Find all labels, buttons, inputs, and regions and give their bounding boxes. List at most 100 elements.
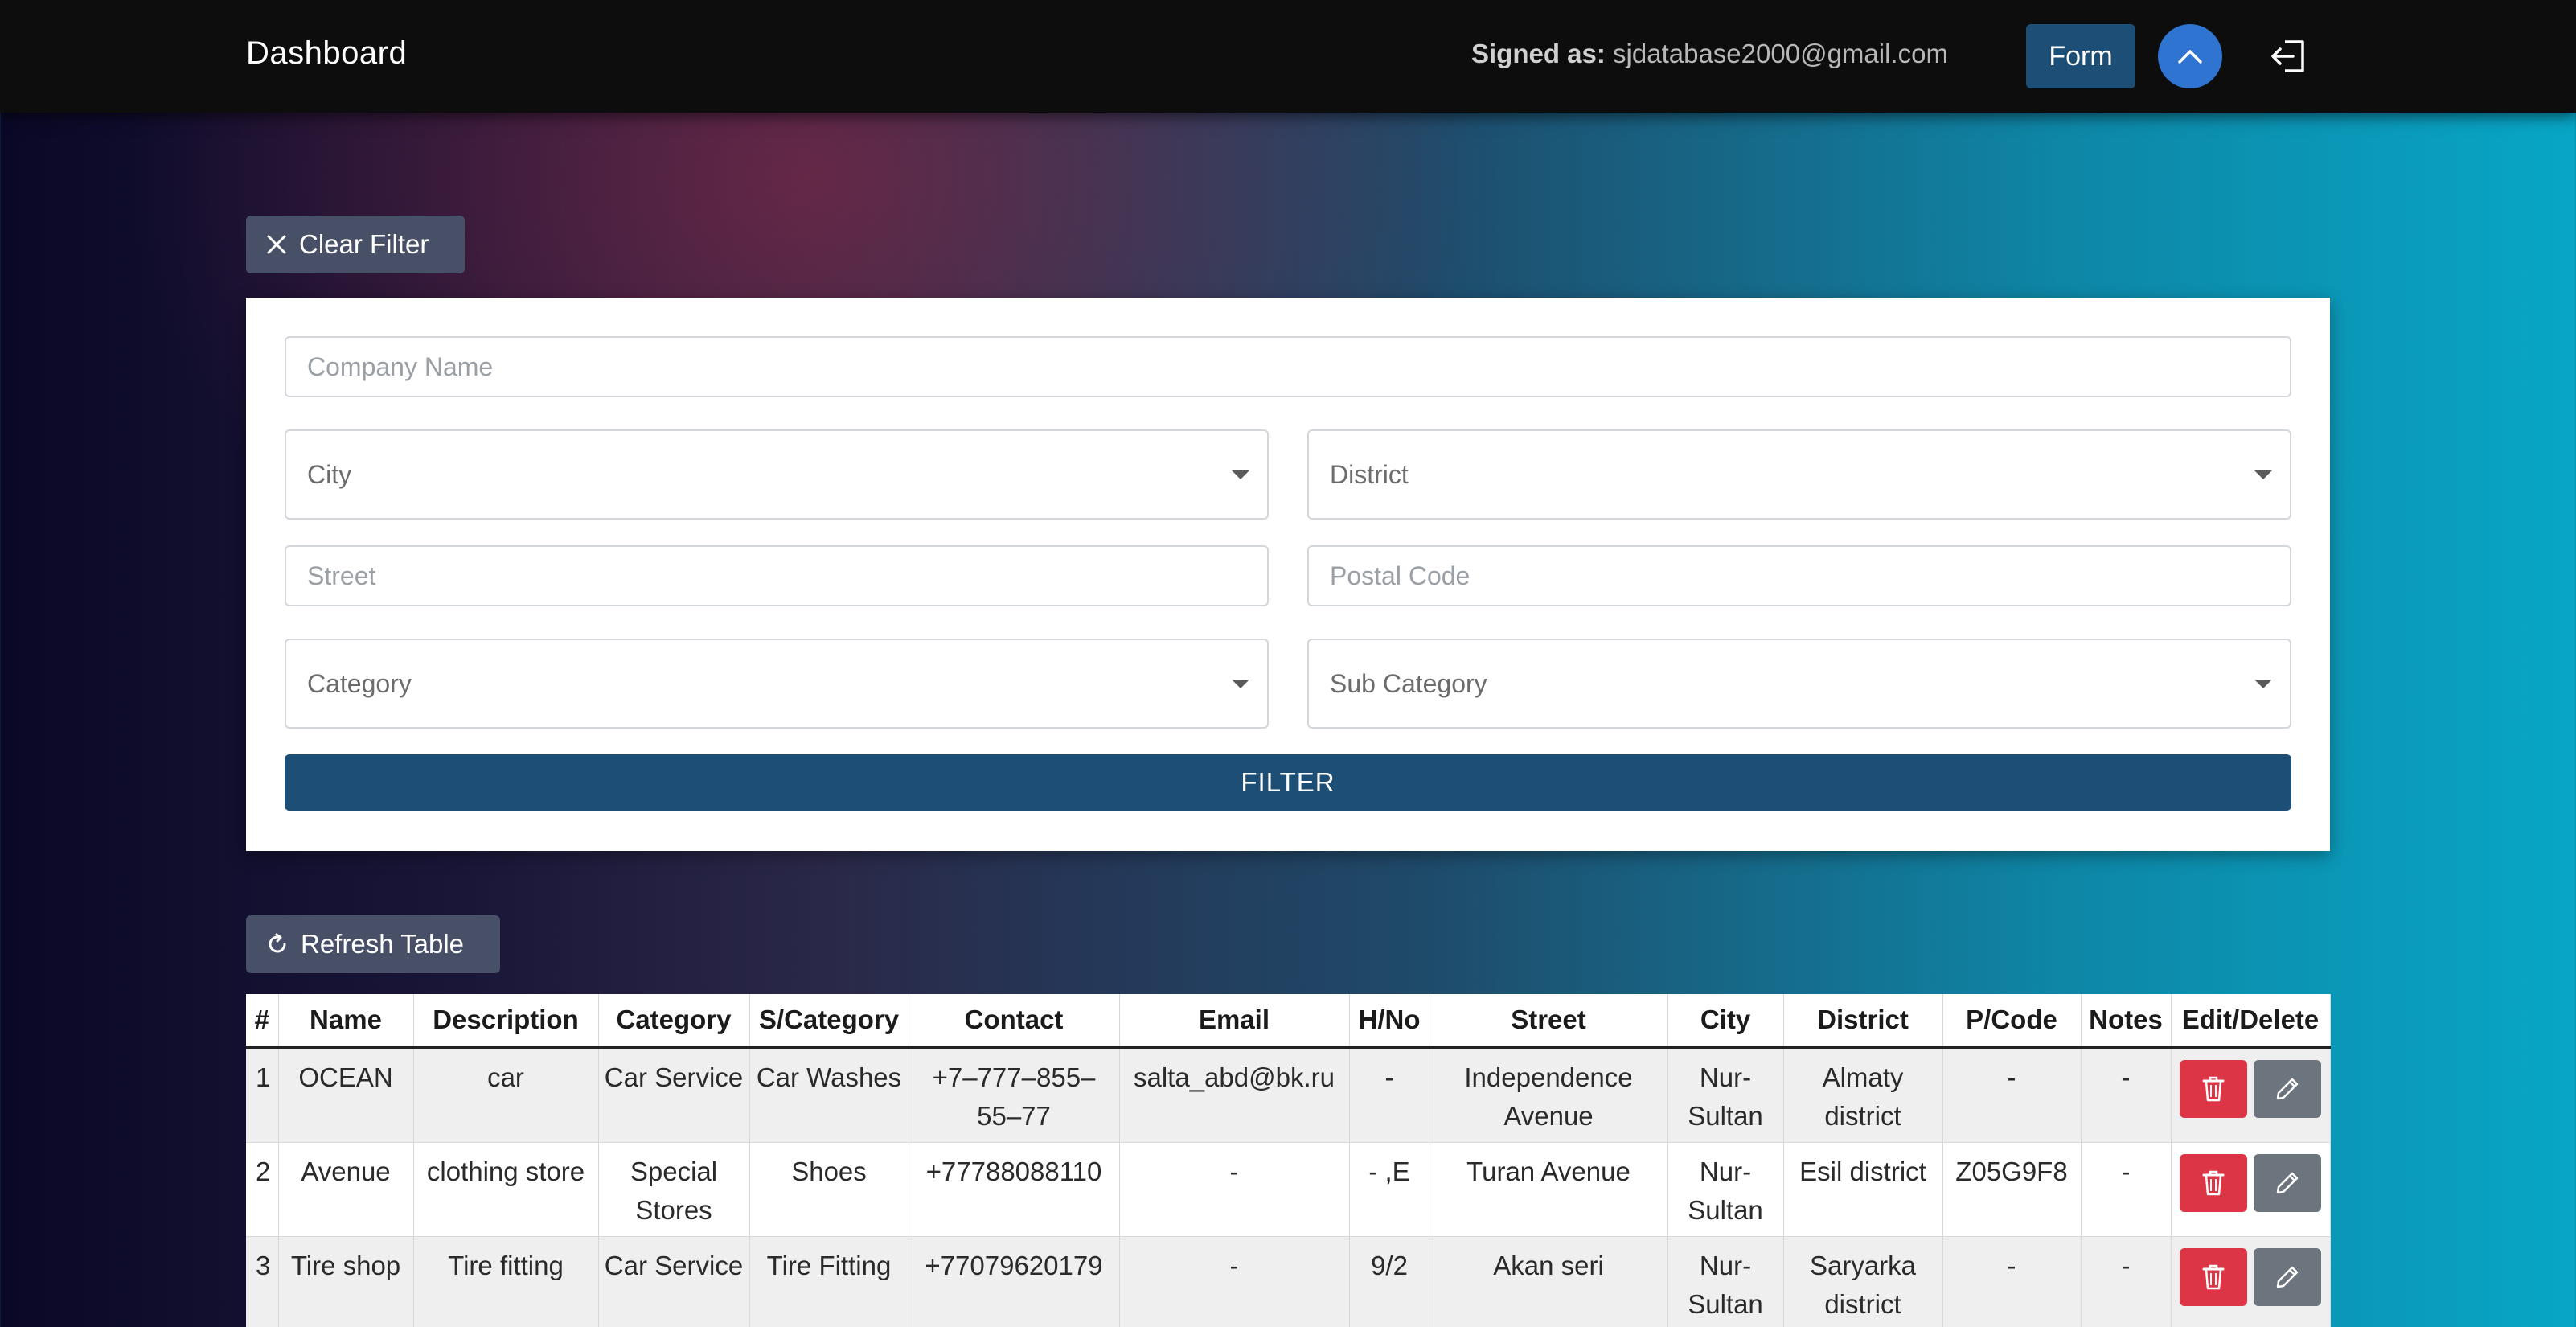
top-navbar: Dashboard Signed as: sjdatabase2000@gmai… (0, 0, 2576, 113)
edit-button[interactable] (2254, 1248, 2321, 1306)
cell-actions (2171, 1047, 2331, 1143)
cell-name: OCEAN (278, 1047, 414, 1143)
cell-postal-code: Z05G9F8 (1942, 1142, 2082, 1237)
cell-city: Nur-Sultan (1667, 1236, 1784, 1327)
pencil-icon (2276, 1266, 2299, 1288)
refresh-table-button[interactable]: Refresh Table (246, 915, 500, 973)
district-select[interactable]: District (1307, 429, 2291, 520)
column-header[interactable]: Description (413, 994, 599, 1049)
refresh-table-label: Refresh Table (301, 929, 465, 959)
dropdown-arrow-icon (1232, 680, 1249, 688)
cell-category: Car Service (598, 1047, 750, 1143)
column-header[interactable]: District (1783, 994, 1943, 1049)
cell-contact: +77788088110 (909, 1142, 1120, 1237)
cell-postal-code: - (1942, 1047, 2082, 1143)
row-number: 3 (246, 1236, 279, 1327)
street-input[interactable] (307, 547, 1267, 605)
dropdown-arrow-icon (2254, 680, 2272, 688)
brand-title[interactable]: Dashboard (246, 35, 407, 72)
cell-contact: +77079620179 (909, 1236, 1120, 1327)
delete-button[interactable] (2180, 1248, 2247, 1306)
dropdown-arrow-icon (1232, 470, 1249, 479)
trash-icon (2202, 1076, 2225, 1102)
cell-email: - (1119, 1142, 1350, 1237)
subcategory-select-label: Sub Category (1330, 668, 1487, 698)
pencil-icon (2276, 1078, 2299, 1100)
cell-district: Esil district (1783, 1142, 1943, 1237)
city-select[interactable]: City (285, 429, 1269, 520)
column-header[interactable]: # (246, 994, 279, 1049)
companies-table: # Name Description Category S/Category C… (246, 994, 2331, 1327)
filter-panel: City District Category Sub Category FILT… (246, 298, 2330, 851)
cell-street: Turan Avenue (1430, 1142, 1668, 1237)
cell-actions (2171, 1142, 2331, 1237)
cell-district: Almaty district (1783, 1047, 1943, 1143)
postal-code-field[interactable] (1307, 545, 2291, 606)
category-select[interactable]: Category (285, 639, 1269, 729)
column-header[interactable]: S/Category (749, 994, 909, 1049)
company-name-input[interactable] (307, 338, 2290, 396)
cell-street: Akan seri (1430, 1236, 1668, 1327)
postal-code-input[interactable] (1330, 547, 2290, 605)
cell-city: Nur-Sultan (1667, 1142, 1784, 1237)
signed-label: Signed as: (1471, 39, 1606, 68)
cell-house-number: - (1349, 1047, 1430, 1143)
cell-name: Tire shop (278, 1236, 414, 1327)
dropdown-arrow-icon (2254, 470, 2272, 479)
form-button[interactable]: Form (2026, 24, 2135, 88)
column-header[interactable]: Email (1119, 994, 1350, 1049)
street-field[interactable] (285, 545, 1269, 606)
cell-email: - (1119, 1236, 1350, 1327)
column-header[interactable]: Name (278, 994, 414, 1049)
subcategory-select[interactable]: Sub Category (1307, 639, 2291, 729)
cell-subcategory: Shoes (749, 1142, 909, 1237)
cell-district: Saryarka district (1783, 1236, 1943, 1327)
cell-notes: - (2081, 1236, 2172, 1327)
cell-notes: - (2081, 1047, 2172, 1143)
signed-in-info: Signed as: sjdatabase2000@gmail.com (1471, 39, 1948, 69)
cell-description: clothing store (413, 1142, 599, 1237)
cell-notes: - (2081, 1142, 2172, 1237)
cell-city: Nur-Sultan (1667, 1047, 1784, 1143)
cell-subcategory: Car Washes (749, 1047, 909, 1143)
cell-postal-code: - (1942, 1236, 2082, 1327)
delete-button[interactable] (2180, 1154, 2247, 1212)
trash-icon (2202, 1170, 2225, 1196)
column-header[interactable]: H/No (1349, 994, 1430, 1049)
table-row: 2 Avenue clothing store Special Stores S… (246, 1142, 2331, 1237)
table-row: 3 Tire shop Tire fitting Car Service Tir… (246, 1236, 2331, 1327)
pencil-icon (2276, 1172, 2299, 1194)
column-header[interactable]: Street (1430, 994, 1668, 1049)
cell-email: salta_abd@bk.ru (1119, 1047, 1350, 1143)
row-number: 2 (246, 1142, 279, 1237)
cell-house-number: 9/2 (1349, 1236, 1430, 1327)
clear-filter-button[interactable]: Clear Filter (246, 216, 465, 273)
logout-icon[interactable] (2269, 39, 2307, 74)
scroll-up-button[interactable] (2158, 24, 2222, 88)
category-select-label: Category (307, 668, 412, 698)
cell-category: Car Service (598, 1236, 750, 1327)
column-header[interactable]: P/Code (1942, 994, 2082, 1049)
table-row: 1 OCEAN car Car Service Car Washes +7–77… (246, 1047, 2331, 1143)
cell-house-number: - ,E (1349, 1142, 1430, 1237)
chevron-up-icon (2178, 50, 2202, 64)
column-header[interactable]: Contact (909, 994, 1120, 1049)
table-header-row: # Name Description Category S/Category C… (246, 994, 2331, 1049)
column-header[interactable]: Notes (2081, 994, 2172, 1049)
edit-button[interactable] (2254, 1154, 2321, 1212)
column-header[interactable]: Category (598, 994, 750, 1049)
cell-street: Independence Avenue (1430, 1047, 1668, 1143)
cell-name: Avenue (278, 1142, 414, 1237)
company-name-field[interactable] (285, 336, 2291, 397)
cell-description: car (413, 1047, 599, 1143)
city-select-label: City (307, 459, 352, 489)
close-icon (267, 235, 286, 254)
column-header: Edit/Delete (2171, 994, 2331, 1049)
column-header[interactable]: City (1667, 994, 1784, 1049)
signed-email: sjdatabase2000@gmail.com (1613, 39, 1948, 68)
district-select-label: District (1330, 459, 1409, 489)
delete-button[interactable] (2180, 1060, 2247, 1118)
refresh-icon (269, 933, 286, 953)
edit-button[interactable] (2254, 1060, 2321, 1118)
filter-button[interactable]: FILTER (285, 754, 2291, 811)
